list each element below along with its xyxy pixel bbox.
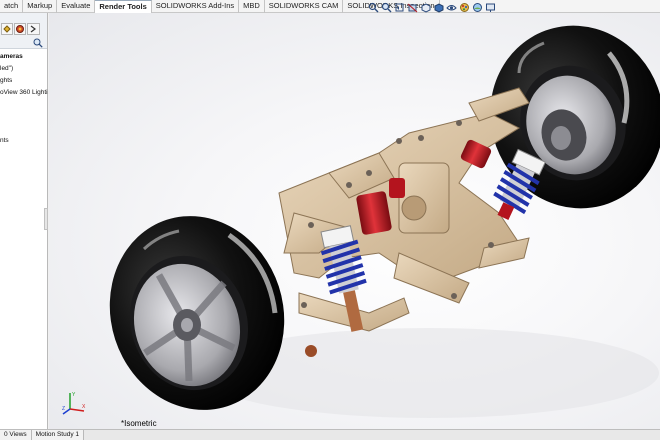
previous-view-icon[interactable] [394,2,405,13]
tab-mbd[interactable]: MBD [239,0,265,13]
tab-sketch[interactable]: atch [0,0,24,13]
tab-render-tools[interactable]: Render Tools [95,0,152,13]
section-view-icon[interactable] [407,2,418,13]
bottom-tab-strip: 0 Views Motion Study 1 [0,429,660,440]
zoom-to-fit-icon[interactable] [368,2,379,13]
tree-item-photoview-lighting[interactable]: oView 360 Lighting [0,87,48,99]
triad-x-label: X [82,404,86,410]
triad-y-label: Y [72,392,76,398]
tree-item-components[interactable]: nts [0,135,48,147]
tree-item-blank-2 [0,111,48,123]
panel-search-icon[interactable] [33,38,43,48]
tree-item-blank-1 [0,99,48,111]
tree-item-lights[interactable]: ghts [0,75,48,87]
tab-evaluate[interactable]: Evaluate [57,0,96,13]
tab-markup[interactable]: Markup [23,0,58,13]
suspension-frame [278,87,530,332]
scene-icon[interactable] [472,2,483,13]
panel-expand-tab[interactable] [27,23,40,35]
graphics-viewport[interactable]: Y X Z *Isometric [49,13,660,429]
view-orientation-label: *Isometric [121,419,157,428]
tab-motion-study-1[interactable]: Motion Study 1 [31,430,85,440]
panel-splitter-handle[interactable] [44,208,48,230]
tree-item-cameras[interactable]: ameras [0,51,48,63]
hide-show-icon[interactable] [446,2,457,13]
tree-item-scene[interactable]: led") [0,63,48,75]
triad-z-label: Z [62,406,65,412]
feature-manager-panel: ameras led") ghts oView 360 Lighting nts [0,13,48,429]
zoom-area-icon[interactable] [381,2,392,13]
reference-triad: Y X Z [62,392,86,415]
command-manager-tabbar: atch Markup Evaluate Render Tools SOLIDW… [0,0,660,13]
configuration-manager-tab[interactable] [1,23,13,35]
feature-manager-header [0,13,47,49]
display-settings-icon[interactable] [485,2,496,13]
display-tree: ameras led") ghts oView 360 Lighting nts [0,51,48,147]
tree-item-blank-3 [0,123,48,135]
display-manager-tab[interactable] [14,23,26,35]
appearance-icon[interactable] [459,2,470,13]
heads-up-view-toolbar [368,1,496,13]
suspension-assembly-render [109,25,660,418]
view-orientation-icon[interactable] [420,2,431,13]
tab-solidworks-cam[interactable]: SOLIDWORKS CAM [265,0,344,13]
tab-solidworks-add-ins[interactable]: SOLIDWORKS Add-Ins [152,0,240,13]
display-style-icon[interactable] [433,2,444,13]
tab-views[interactable]: 0 Views [0,430,32,440]
